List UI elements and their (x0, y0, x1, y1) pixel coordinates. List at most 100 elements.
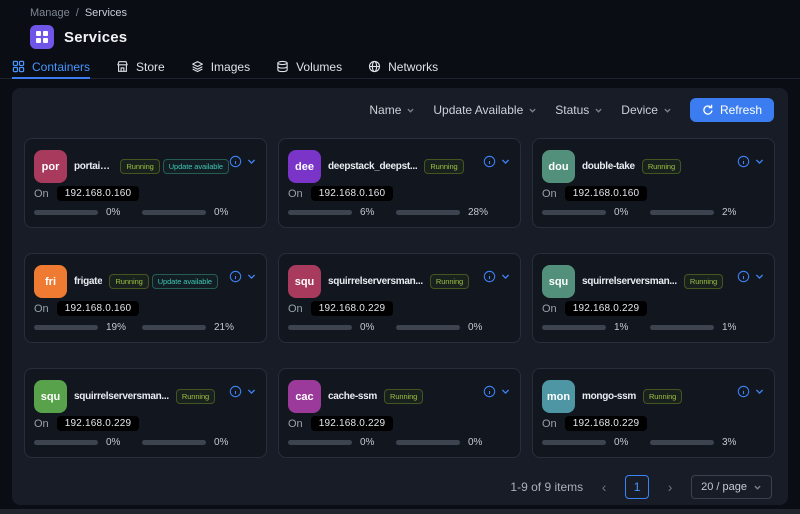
tab-store[interactable]: Store (116, 56, 165, 79)
tab-images[interactable]: Images (191, 56, 250, 79)
badge-list: Running (424, 159, 463, 174)
status-badge: Running (684, 274, 723, 289)
info-icon[interactable] (737, 270, 750, 283)
info-icon[interactable] (229, 155, 242, 168)
filter-status[interactable]: Status (555, 103, 603, 117)
tab-label: Volumes (296, 60, 342, 74)
expand-chevron-icon[interactable] (754, 386, 765, 397)
filter-name[interactable]: Name (369, 103, 415, 117)
info-icon[interactable] (229, 270, 242, 283)
expand-chevron-icon[interactable] (754, 271, 765, 282)
service-card-body: On 192.168.0.229 1% 1% (542, 301, 765, 333)
page-number-button[interactable]: 1 (625, 475, 649, 499)
filter-label: Update Available (433, 103, 523, 117)
progress-track (34, 210, 98, 215)
expand-chevron-icon[interactable] (500, 156, 511, 167)
service-card: mon mongo-ssm Running On 192.168.0.229 0… (532, 368, 775, 458)
host-label: On (542, 418, 557, 430)
host-row: On 192.168.0.160 (34, 301, 257, 316)
host-chip: 192.168.0.160 (565, 186, 648, 201)
badge-list: Running (642, 159, 681, 174)
services-panel: Name Update Available Status Device Refr… (12, 88, 788, 505)
progress-label: 1% (614, 322, 636, 333)
expand-chevron-icon[interactable] (246, 271, 257, 282)
progress-track (34, 440, 98, 445)
expand-chevron-icon[interactable] (246, 386, 257, 397)
filter-update-available[interactable]: Update Available (433, 103, 537, 117)
services-app-icon (30, 25, 54, 49)
expand-chevron-icon[interactable] (500, 386, 511, 397)
pagination: 1-9 of 9 items ‹ 1 › 20 / page (510, 475, 772, 499)
refresh-button[interactable]: Refresh (690, 98, 774, 122)
cards-grid: por portainer_agent RunningUpdate availa… (24, 138, 775, 458)
filter-label: Device (621, 103, 658, 117)
card-actions (229, 385, 257, 398)
breadcrumb-separator: / (76, 7, 79, 19)
service-card: squ squirrelserversman... Running On 192… (24, 368, 267, 458)
service-avatar: dou (542, 150, 575, 183)
progress-track (142, 210, 206, 215)
expand-chevron-icon[interactable] (754, 156, 765, 167)
tab-networks[interactable]: Networks (368, 56, 438, 79)
service-name: portainer_agent (74, 161, 113, 172)
refresh-icon (702, 104, 714, 116)
page-size-select[interactable]: 20 / page (691, 475, 772, 499)
service-card-header: dee deepstack_deepst... Running (288, 150, 511, 183)
progress-label: 19% (106, 322, 128, 333)
info-icon[interactable] (737, 385, 750, 398)
service-card: dou double-take Running On 192.168.0.160… (532, 138, 775, 228)
info-icon[interactable] (229, 385, 242, 398)
service-avatar: squ (542, 265, 575, 298)
badge-list: RunningUpdate available (109, 274, 218, 289)
breadcrumb-manage[interactable]: Manage (30, 7, 70, 19)
progress-track (142, 325, 206, 330)
expand-chevron-icon[interactable] (246, 156, 257, 167)
progress-label: 0% (214, 207, 236, 218)
usage-row: 0% 0% (288, 322, 511, 333)
filter-bar: Name Update Available Status Device Refr… (369, 98, 774, 122)
service-card-body: On 192.168.0.229 0% 3% (542, 416, 765, 448)
service-avatar: fri (34, 265, 67, 298)
progress-track (396, 210, 460, 215)
pagination-summary: 1-9 of 9 items (510, 480, 583, 494)
usage-row: 0% 3% (542, 437, 765, 448)
info-icon[interactable] (483, 385, 496, 398)
page-title: Services (64, 29, 127, 46)
usage-row: 1% 1% (542, 322, 765, 333)
service-card-body: On 192.168.0.160 0% 2% (542, 186, 765, 218)
service-name: deepstack_deepst... (328, 161, 417, 172)
networks-icon (368, 60, 381, 73)
expand-chevron-icon[interactable] (500, 271, 511, 282)
tab-volumes[interactable]: Volumes (276, 56, 342, 79)
progress-track (396, 440, 460, 445)
status-badge: Running (643, 389, 682, 404)
card-actions (483, 270, 511, 283)
chevron-down-icon (528, 106, 537, 115)
service-avatar: mon (542, 380, 575, 413)
images-icon (191, 60, 204, 73)
info-icon[interactable] (737, 155, 750, 168)
usage-row: 19% 21% (34, 322, 257, 333)
host-chip: 192.168.0.160 (311, 186, 394, 201)
tab-containers[interactable]: Containers (12, 56, 90, 79)
status-badge: Update available (152, 274, 218, 289)
next-page-button[interactable]: › (659, 476, 681, 498)
host-chip: 192.168.0.229 (57, 416, 140, 431)
status-badge: Running (384, 389, 423, 404)
status-badge: Running (120, 159, 159, 174)
host-row: On 192.168.0.160 (288, 186, 511, 201)
badge-list: Running (684, 274, 723, 289)
info-icon[interactable] (483, 155, 496, 168)
breadcrumb-services[interactable]: Services (85, 7, 127, 19)
title-bar: Services (30, 25, 127, 49)
service-card: por portainer_agent RunningUpdate availa… (24, 138, 267, 228)
host-chip: 192.168.0.229 (311, 301, 394, 316)
filter-device[interactable]: Device (621, 103, 672, 117)
host-row: On 192.168.0.229 (34, 416, 257, 431)
store-icon (116, 60, 129, 73)
usage-row: 6% 28% (288, 207, 511, 218)
status-badge: Running (424, 159, 463, 174)
prev-page-button[interactable]: ‹ (593, 476, 615, 498)
progress-track (542, 325, 606, 330)
info-icon[interactable] (483, 270, 496, 283)
